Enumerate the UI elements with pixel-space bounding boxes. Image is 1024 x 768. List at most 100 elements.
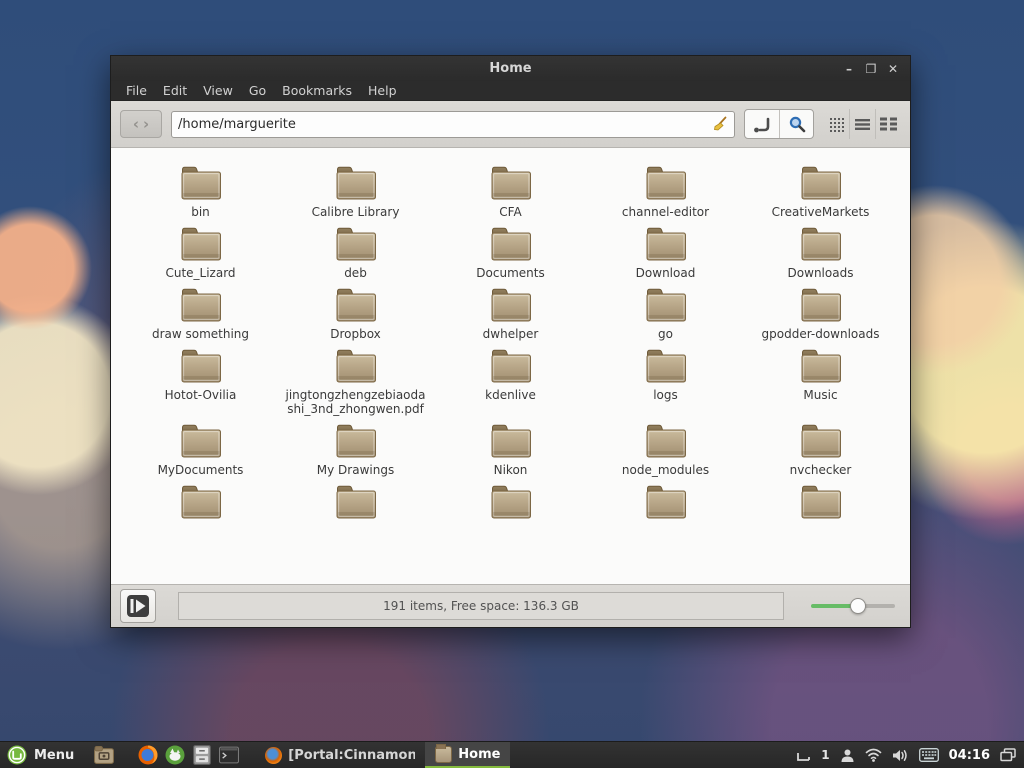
clock[interactable]: 04:16 — [949, 748, 990, 763]
menu-item[interactable]: Edit — [156, 82, 194, 99]
folder-item[interactable]: nvchecker — [743, 416, 898, 477]
toolbar: ‹ › — [111, 101, 910, 148]
folder-item[interactable]: Downloads — [743, 219, 898, 280]
folder-item[interactable]: bin — [123, 158, 278, 219]
firefox-launcher-icon[interactable] — [138, 745, 158, 765]
folder-item[interactable]: Hotot-Ovilia — [123, 341, 278, 416]
folder-item[interactable]: jingtongzhengzebiaodashi_3nd_zhongwen.pd… — [278, 341, 433, 416]
folder-item[interactable]: MyDocuments — [123, 416, 278, 477]
folder-item[interactable]: Music — [743, 341, 898, 416]
folder-item[interactable]: channel-editor — [588, 158, 743, 219]
statusbar: 191 items, Free space: 136.3 GB — [111, 584, 910, 627]
folder-label: Nikon — [494, 463, 528, 477]
history-nav-group[interactable]: ‹ › — [120, 110, 162, 138]
folder-item[interactable]: CreativeMarkets — [743, 158, 898, 219]
toggle-location-entry-button[interactable] — [745, 110, 779, 138]
folder-item[interactable]: My Drawings — [278, 416, 433, 477]
window-list: [Portal:Cinnamon/S... Home — [255, 742, 510, 768]
folder-item[interactable]: Dropbox — [278, 280, 433, 341]
menu-button[interactable]: Menu — [0, 742, 84, 768]
menu-item[interactable]: Help — [361, 82, 404, 99]
window-label: Home — [458, 747, 500, 762]
folder-item[interactable]: gpodder-downloads — [743, 280, 898, 341]
clear-broom-icon[interactable] — [712, 116, 728, 132]
titlebar[interactable]: Home – ❐ ✕ — [111, 56, 910, 81]
window-label: [Portal:Cinnamon/S... — [288, 748, 415, 763]
folder-label: Music — [803, 388, 837, 402]
keyboard-applet-icon[interactable] — [919, 748, 939, 762]
workspace-switcher-icon[interactable] — [1000, 748, 1016, 762]
launchers — [94, 745, 239, 765]
folder-label: CreativeMarkets — [772, 205, 870, 219]
folder-item[interactable]: Download — [588, 219, 743, 280]
amule-launcher-icon[interactable] — [165, 745, 185, 765]
minimize-button[interactable]: – — [840, 60, 858, 78]
volume-icon[interactable] — [892, 748, 909, 763]
menu-item[interactable]: Go — [242, 82, 273, 99]
folder-label: deb — [344, 266, 367, 280]
icon-view-button[interactable] — [823, 109, 849, 139]
folder-item[interactable]: logs — [588, 341, 743, 416]
location-input[interactable] — [178, 117, 712, 132]
folder-label: go — [658, 327, 673, 341]
file-grid[interactable]: bin Calibre Library CF — [111, 148, 910, 584]
search-button[interactable] — [779, 110, 813, 138]
folder-icon — [334, 483, 378, 521]
folder-item[interactable] — [278, 477, 433, 524]
forward-icon[interactable]: › — [143, 117, 149, 132]
folder-item[interactable]: Calibre Library — [278, 158, 433, 219]
folder-label: Calibre Library — [312, 205, 400, 219]
folder-icon — [334, 286, 378, 324]
folder-label: Hotot-Ovilia — [165, 388, 237, 402]
folder-item[interactable] — [433, 477, 588, 524]
minimized-window-icon[interactable] — [796, 749, 811, 762]
maximize-button[interactable]: ❐ — [862, 60, 880, 78]
network-wifi-icon[interactable] — [865, 748, 882, 762]
back-icon[interactable]: ‹ — [133, 117, 139, 132]
folder-item[interactable] — [743, 477, 898, 524]
folder-item[interactable]: go — [588, 280, 743, 341]
zoom-slider[interactable] — [811, 598, 895, 614]
user-applet-icon[interactable] — [840, 748, 855, 763]
folder-icon — [334, 225, 378, 263]
menu-item[interactable]: View — [196, 82, 240, 99]
folder-label: draw something — [152, 327, 249, 341]
toggle-sidebar-button[interactable] — [120, 589, 156, 623]
folder-label: node_modules — [622, 463, 709, 477]
folder-item[interactable]: dwhelper — [433, 280, 588, 341]
window-count: 1 — [821, 748, 829, 762]
mint-menu-icon — [7, 745, 27, 765]
folder-item[interactable]: Cute_Lizard — [123, 219, 278, 280]
folder-item[interactable]: CFA — [433, 158, 588, 219]
menu-item[interactable]: File — [119, 82, 154, 99]
window-list-button[interactable]: [Portal:Cinnamon/S... — [255, 742, 425, 768]
folder-item[interactable] — [588, 477, 743, 524]
folder-item[interactable]: draw something — [123, 280, 278, 341]
file-manager-window: Home – ❐ ✕ File Edit View Go Bookmarks H… — [110, 55, 911, 628]
folder-icon — [489, 164, 533, 202]
menu-item[interactable]: Bookmarks — [275, 82, 359, 99]
folder-label: Documents — [476, 266, 544, 280]
folder-item[interactable]: deb — [278, 219, 433, 280]
folder-label: Download — [636, 266, 696, 280]
list-view-button[interactable] — [849, 109, 875, 139]
folder-item[interactable]: node_modules — [588, 416, 743, 477]
folder-icon — [179, 164, 223, 202]
window-list-button[interactable]: Home — [425, 742, 510, 768]
folder-item[interactable]: Documents — [433, 219, 588, 280]
folder-item[interactable]: kdenlive — [433, 341, 588, 416]
folder-item[interactable] — [123, 477, 278, 524]
folder-icon — [489, 483, 533, 521]
files-launcher-icon[interactable] — [94, 745, 114, 765]
folder-item[interactable]: Nikon — [433, 416, 588, 477]
close-button[interactable]: ✕ — [884, 60, 902, 78]
zoom-slider-thumb[interactable] — [850, 598, 866, 614]
folder-label: logs — [653, 388, 678, 402]
location-bar[interactable] — [171, 111, 735, 138]
terminal-launcher-icon[interactable] — [219, 745, 239, 765]
list-view-icon — [855, 118, 870, 131]
folder-icon — [489, 422, 533, 460]
folder-icon — [489, 347, 533, 385]
file-cabinet-launcher-icon[interactable] — [192, 745, 212, 765]
compact-view-button[interactable] — [875, 109, 901, 139]
